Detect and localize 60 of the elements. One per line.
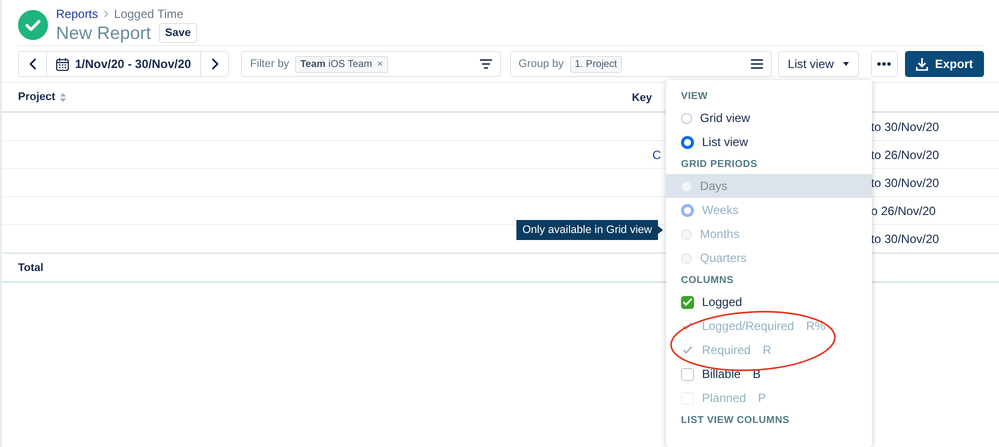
option-label: Days [700, 179, 728, 193]
sort-icon [60, 92, 66, 102]
checkbox-option[interactable]: Logged [666, 290, 872, 314]
radio-option[interactable]: List view [666, 130, 872, 154]
view-dropdown-button[interactable]: List view [778, 51, 859, 77]
filter-chip[interactable]: Team iOS Team × [295, 56, 388, 72]
shortcut-label: P [758, 391, 766, 405]
table-cell: C [652, 148, 661, 162]
checkbox[interactable] [681, 368, 694, 380]
shortcut-label: R% [806, 319, 826, 333]
menu-icon [750, 59, 763, 69]
option-label: Months [700, 227, 740, 241]
breadcrumb-current: Logged Time [114, 6, 184, 20]
filter-field[interactable]: Filter by Team iOS Team × [241, 51, 501, 77]
field-label: Group by [518, 58, 564, 70]
option-label: Planned [702, 391, 746, 405]
option-label: Grid view [700, 111, 750, 125]
remove-icon[interactable]: × [377, 58, 383, 70]
chevron-right-icon [103, 10, 110, 18]
total-label: Total [18, 262, 44, 274]
filter-chip[interactable]: 1. Project [570, 56, 622, 72]
download-icon [916, 58, 928, 70]
section-heading: VIEW [680, 90, 709, 104]
table-cell: to 30/Nov/20 [871, 120, 940, 134]
option-label: Logged [702, 295, 742, 309]
section-heading: COLUMNS [680, 274, 735, 288]
radio-button[interactable] [681, 136, 694, 148]
radio-button[interactable] [681, 112, 692, 124]
option-label: List view [702, 135, 748, 149]
save-button[interactable]: Save [159, 22, 197, 42]
field-label: Filter by [250, 58, 290, 70]
section-heading: GRID PERIODS [680, 158, 758, 172]
date-range-button[interactable]: 1/Nov/20 - 30/Nov/20 [46, 52, 202, 76]
tooltip: Only available in Grid view [516, 220, 663, 240]
chevron-right-icon [210, 58, 219, 70]
section-heading: LIST VIEW COLUMNS [680, 414, 790, 428]
group-by-field[interactable]: Group by 1. Project [510, 51, 772, 77]
calendar-icon [56, 58, 69, 70]
checkbox[interactable] [681, 296, 694, 308]
radio-option[interactable]: Grid view [666, 106, 872, 130]
shortcut-label: R [762, 343, 772, 357]
option-label: Required [702, 343, 751, 357]
option-label: Weeks [702, 203, 738, 217]
chevron-left-icon [28, 58, 36, 70]
report-title: New Report [56, 22, 152, 44]
filter-icon [480, 59, 492, 69]
more-button[interactable] [870, 51, 898, 77]
table-cell: to 30/Nov/20 [871, 176, 940, 190]
more-icon [877, 62, 892, 66]
option-label: Logged/Required [702, 319, 794, 333]
column-header[interactable]: Key [632, 92, 652, 104]
check-logo-icon [18, 10, 48, 40]
export-button[interactable]: Export [904, 51, 984, 77]
table-cell: to 26/Nov/20 [871, 148, 940, 162]
breadcrumb-link[interactable]: Reports [56, 6, 98, 20]
option-label: Billable [702, 367, 741, 381]
caret-down-icon [842, 62, 849, 66]
column-header[interactable]: Project [18, 91, 56, 103]
table-cell: to 30/Nov/20 [871, 232, 940, 246]
option-label: Quarters [700, 251, 747, 265]
